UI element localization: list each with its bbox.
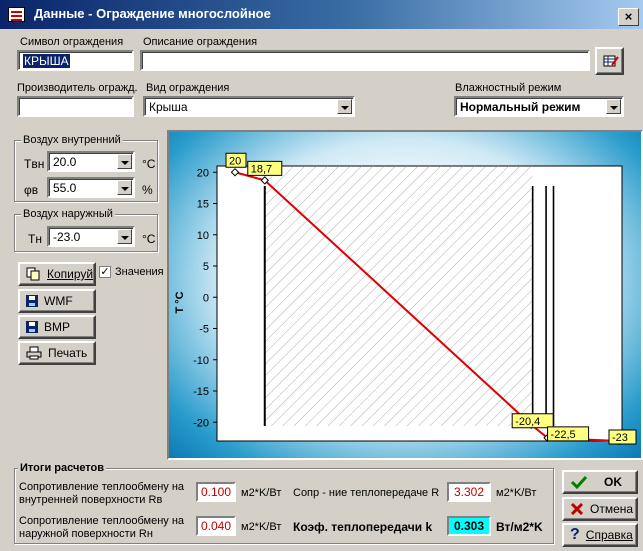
y-tick-label: 20 <box>197 167 209 179</box>
humidity-select[interactable]: Нормальный режим <box>454 96 624 117</box>
t-outer-unit: °C <box>142 232 156 246</box>
type-value: Крыша <box>149 100 188 114</box>
bmp-button[interactable]: BMP <box>18 315 96 339</box>
bmp-label: BMP <box>44 320 71 334</box>
description-label: Описание ограждения <box>143 36 258 48</box>
help-button[interactable]: ? Справка <box>562 523 638 547</box>
y-tick-label: 10 <box>197 230 209 242</box>
symbol-input[interactable]: КРЫША <box>17 50 134 71</box>
t-inner-value: 20.0 <box>53 155 77 169</box>
wmf-label: WMF <box>44 294 73 308</box>
type-select[interactable]: Крыша <box>143 96 355 117</box>
data-label: -20,4 <box>515 416 540 428</box>
rn-value: 0.040 <box>196 516 236 536</box>
chevron-down-icon[interactable] <box>117 180 132 195</box>
temperature-chart-svg: 20151050-5-10-15-20 2018,7-20,4-22,5 -23 … <box>174 152 637 446</box>
chevron-down-icon[interactable] <box>117 154 132 169</box>
table-edit-icon <box>603 55 619 67</box>
rv-unit: м2*K/Вт <box>241 487 282 499</box>
k-unit: Вт/м2*K <box>496 520 543 534</box>
data-label: 18,7 <box>251 163 272 175</box>
t-inner-select[interactable]: 20.0 <box>47 151 135 172</box>
phi-select[interactable]: 55.0 <box>47 177 135 198</box>
humidity-value: Нормальный режим <box>460 100 581 114</box>
k-label: Коэф. теплопередачи k <box>293 520 433 534</box>
question-mark-icon: ? <box>570 526 580 543</box>
rv-value: 0.100 <box>196 482 236 502</box>
r-unit: м2*K/Вт <box>496 487 537 499</box>
symbol-label: Символ ограждения <box>20 36 124 48</box>
humidity-label: Влажностный режим <box>455 82 562 94</box>
producer-label: Производитель огражд. <box>17 82 138 94</box>
app-icon <box>8 7 25 22</box>
phi-label: φв <box>24 183 39 197</box>
values-checkbox[interactable]: ✓ <box>99 266 111 278</box>
print-label: Печать <box>48 346 88 360</box>
phi-value: 55.0 <box>53 181 77 195</box>
cross-icon <box>570 502 584 516</box>
chevron-down-icon[interactable] <box>117 229 132 244</box>
title-bar: Данные - Ограждение многослойное × <box>0 0 643 29</box>
rn-label: Сопротивление теплообмену на наружной по… <box>19 515 185 540</box>
results-title: Итоги расчетов <box>18 462 107 474</box>
temperature-chart: 20 15 10 5 0 -5 -10 -15 -20 20 18,7 -20,4 -22,5 -23 … <box>167 130 643 460</box>
help-label: Справка <box>585 528 633 542</box>
k-value: 0.303 <box>447 516 491 536</box>
data-label: -22,5 <box>551 429 576 441</box>
y-axis-label: T °C <box>174 291 186 313</box>
data-label: -23 <box>612 432 628 444</box>
rv-label: Сопротивление теплообмену на внутренней … <box>19 481 185 506</box>
y-tick-label: -15 <box>193 386 209 398</box>
t-outer-label: Tн <box>28 232 42 246</box>
rn-unit: м2*K/Вт <box>241 521 282 533</box>
cancel-button[interactable]: Отмена <box>562 497 638 521</box>
data-label: 20 <box>229 155 241 167</box>
t-outer-select[interactable]: -23.0 <box>47 226 135 247</box>
type-label: Вид ограждения <box>146 82 230 94</box>
chevron-down-icon[interactable] <box>606 99 621 114</box>
window-title: Данные - Ограждение многослойное <box>34 6 271 21</box>
ok-label: OK <box>604 475 622 489</box>
r-label: Сопр - ние теплопередаче R <box>293 487 440 499</box>
chevron-down-icon[interactable] <box>337 99 352 114</box>
printer-icon <box>26 346 42 360</box>
checkmark-icon <box>570 475 588 489</box>
print-button[interactable]: Печать <box>18 341 96 365</box>
t-inner-label: Tвн <box>24 157 45 171</box>
values-checkbox-label: Значения <box>115 266 164 278</box>
cancel-label: Отмена <box>590 502 634 516</box>
y-tick-label: 15 <box>197 199 209 211</box>
y-tick-label: -5 <box>199 324 209 336</box>
t-inner-unit: °C <box>142 157 156 171</box>
y-tick-label: 5 <box>203 261 209 273</box>
copy-label: Копируй <box>47 267 94 281</box>
r-value: 3.302 <box>447 482 491 502</box>
producer-input[interactable] <box>17 96 134 117</box>
edit-description-button[interactable] <box>595 47 624 75</box>
floppy-disk-icon <box>26 295 38 307</box>
copy-button[interactable]: Копируй <box>18 262 96 286</box>
floppy-disk-icon <box>26 321 38 333</box>
symbol-value: КРЫША <box>23 54 70 68</box>
ok-button[interactable]: OK <box>562 470 638 494</box>
close-button[interactable]: × <box>618 8 639 26</box>
y-tick-label: -10 <box>193 355 209 367</box>
inner-air-title: Воздух внутренний <box>21 134 123 146</box>
y-tick-label: 0 <box>203 292 209 304</box>
outer-air-title: Воздух наружный <box>21 208 115 220</box>
y-tick-label: -20 <box>193 417 209 429</box>
phi-unit: % <box>142 183 153 197</box>
layer-hatch <box>264 166 533 426</box>
description-input[interactable] <box>140 50 590 71</box>
wmf-button[interactable]: WMF <box>18 289 96 313</box>
copy-icon <box>26 267 40 281</box>
t-outer-value: -23.0 <box>53 230 81 244</box>
